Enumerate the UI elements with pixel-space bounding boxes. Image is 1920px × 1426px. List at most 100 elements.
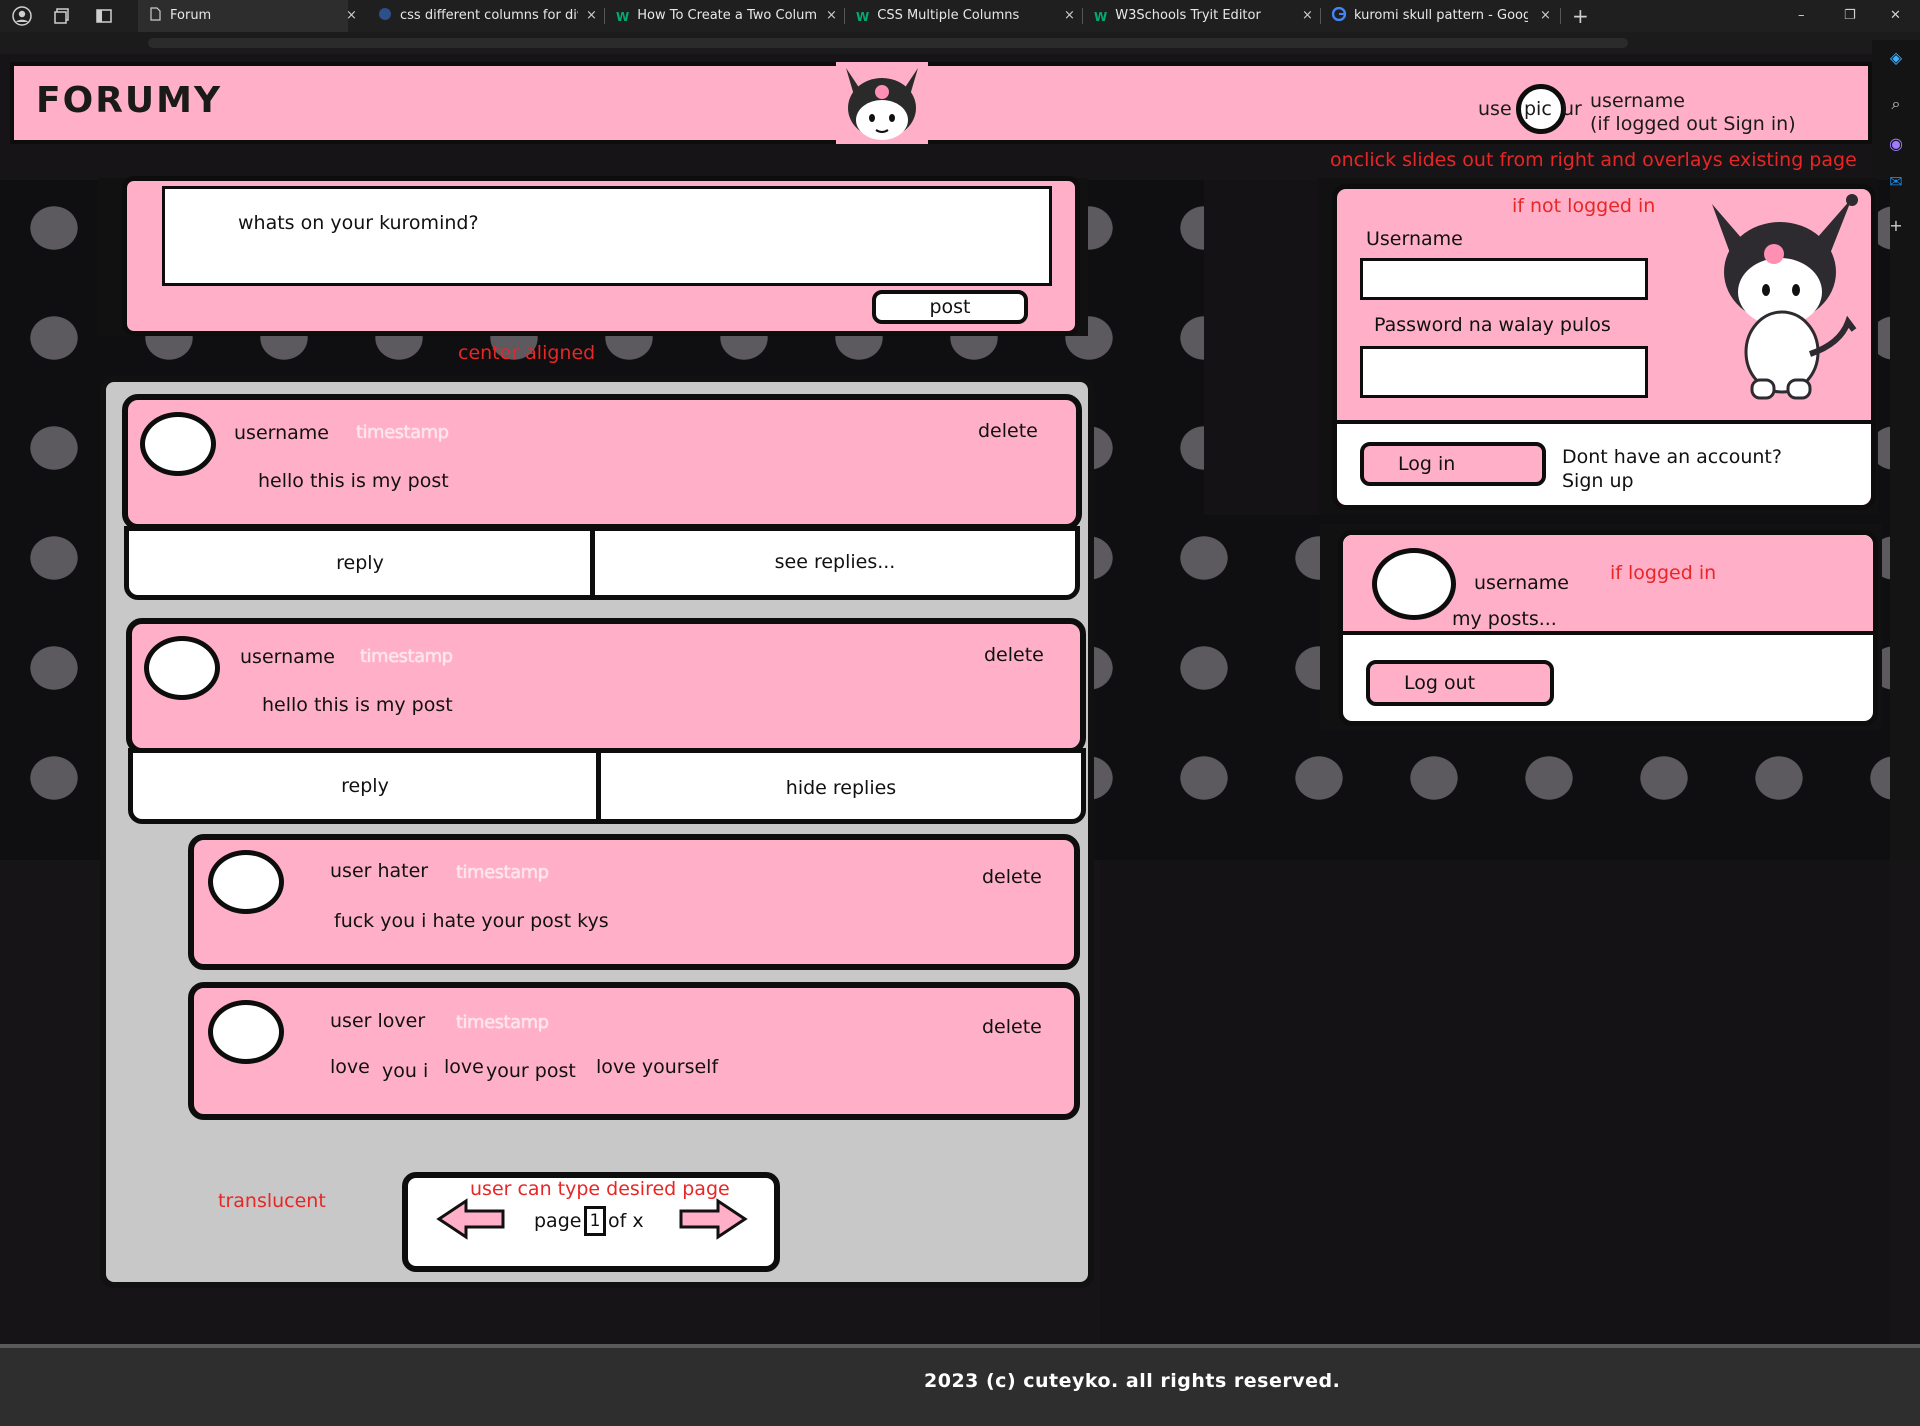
restore-icon[interactable]: ❐ <box>1844 0 1856 32</box>
page-label: page <box>534 1210 582 1232</box>
assistant-icon[interactable]: ◉ <box>1886 134 1906 154</box>
tab-css-multiple-columns[interactable]: W CSS Multiple Columns <box>856 0 1056 32</box>
tab-close-icon[interactable]: × <box>1064 0 1075 32</box>
address-bar[interactable] <box>148 38 1628 48</box>
post-button[interactable]: post <box>872 290 1028 324</box>
tab-css-columns[interactable]: css different columns for div - Se <box>378 0 578 32</box>
search-icon[interactable]: ⌕ <box>1886 94 1906 114</box>
login-button[interactable]: Log in <box>1360 442 1546 486</box>
reply-body-part: love yourself <box>596 1056 719 1078</box>
delete-button[interactable]: delete <box>978 420 1038 442</box>
tab-two-column[interactable]: WHow To Create a Two Column La <box>616 0 816 32</box>
tab-forum[interactable]: Forum <box>138 0 348 32</box>
window-close-icon[interactable]: ✕ <box>1890 0 1901 32</box>
copilot-icon[interactable]: ◈ <box>1886 48 1906 68</box>
delete-button[interactable]: delete <box>982 1016 1042 1038</box>
reply-button[interactable]: reply <box>128 748 602 824</box>
post-body: hello this is my post <box>262 694 453 716</box>
page-icon <box>148 2 162 21</box>
header-pic-label: pic <box>1524 98 1552 120</box>
post-avatar[interactable] <box>144 636 220 700</box>
delete-button[interactable]: delete <box>984 644 1044 666</box>
tab-close-icon[interactable]: × <box>586 0 597 32</box>
username-label: Username <box>1366 228 1463 250</box>
see-replies-button[interactable]: see replies... <box>590 526 1080 600</box>
reply-card <box>188 834 1080 970</box>
tab-separator <box>1560 8 1561 24</box>
site-icon <box>378 2 392 20</box>
reply-body-part: you i <box>382 1060 429 1082</box>
arrow-left-icon[interactable] <box>436 1198 506 1240</box>
w3schools-icon: W <box>1094 10 1108 24</box>
annotation-type-page: user can type desired page <box>470 1178 730 1200</box>
header-signin-link[interactable]: (if logged out Sign in) <box>1590 113 1796 135</box>
workspaces-icon[interactable] <box>52 6 72 26</box>
header-user-text: use <box>1478 98 1512 120</box>
new-tab-icon[interactable]: + <box>1572 0 1589 32</box>
profile-avatar[interactable] <box>1372 548 1456 620</box>
tab-separator <box>1320 8 1321 24</box>
annotation-logged-in: if logged in <box>1610 562 1717 584</box>
reply-username[interactable]: user hater <box>330 860 428 882</box>
reply-card <box>188 982 1080 1120</box>
tab-actions-icon[interactable] <box>94 6 114 26</box>
tab-close-icon[interactable]: × <box>1540 0 1551 32</box>
post-username[interactable]: username <box>240 646 335 668</box>
post-card <box>122 394 1082 530</box>
reply-body: fuck you i hate your post kys <box>334 910 609 932</box>
delete-button[interactable]: delete <box>982 866 1042 888</box>
tab-separator <box>1082 8 1083 24</box>
tab-google-search[interactable]: kuromi skull pattern - Google Se <box>1332 0 1528 32</box>
kuromi-mascot-icon <box>1712 194 1858 400</box>
reply-timestamp: timestamp <box>456 862 549 883</box>
no-account-text: Dont have an account? <box>1562 446 1782 468</box>
background-gap <box>1100 860 1890 1344</box>
reply-button[interactable]: reply <box>124 526 596 600</box>
profile-username[interactable]: username <box>1474 572 1569 594</box>
sign-up-link[interactable]: Sign up <box>1562 470 1634 492</box>
w3schools-icon: W <box>856 10 870 24</box>
logout-button[interactable]: Log out <box>1366 660 1554 706</box>
tab-close-icon[interactable]: × <box>346 0 357 32</box>
footer-copyright: 2023 (c) cuteyko. all rights reserved. <box>924 1370 1341 1392</box>
password-input[interactable] <box>1360 346 1648 398</box>
annotation-center-aligned: center aligned <box>458 342 596 364</box>
hide-replies-button[interactable]: hide replies <box>596 748 1086 824</box>
reply-avatar[interactable] <box>208 850 284 914</box>
reply-username[interactable]: user lover <box>330 1010 425 1032</box>
reply-body-part: love <box>330 1056 370 1078</box>
post-timestamp: timestamp <box>360 646 453 667</box>
post-username[interactable]: username <box>234 422 329 444</box>
reply-avatar[interactable] <box>208 1000 284 1064</box>
password-label: Password na walay pulos <box>1374 314 1611 336</box>
profile-icon[interactable] <box>12 6 32 26</box>
minimize-icon[interactable]: – <box>1798 0 1805 32</box>
background-gap <box>1204 180 1322 515</box>
post-card <box>126 618 1086 754</box>
header-username[interactable]: username <box>1590 90 1685 112</box>
tab-separator <box>604 8 605 24</box>
tab-close-icon[interactable]: × <box>826 0 837 32</box>
my-posts-link[interactable]: my posts... <box>1452 608 1557 630</box>
post-body: hello this is my post <box>258 470 449 492</box>
google-icon <box>1332 2 1347 22</box>
header-user-text: ur <box>1562 98 1582 120</box>
post-timestamp: timestamp <box>356 422 449 443</box>
reply-body-part: your post <box>486 1060 576 1082</box>
kuromi-logo-icon <box>836 62 928 144</box>
arrow-right-icon[interactable] <box>678 1198 748 1240</box>
reply-timestamp: timestamp <box>456 1012 549 1033</box>
site-logo[interactable]: FORUMY <box>36 80 222 121</box>
username-input[interactable] <box>1360 258 1648 300</box>
composer-input[interactable] <box>162 186 1052 286</box>
annotation-not-logged-in: if not logged in <box>1512 195 1656 217</box>
post-avatar[interactable] <box>140 412 216 476</box>
composer-placeholder: whats on your kuromind? <box>238 212 479 234</box>
reply-body-part: love <box>444 1056 484 1078</box>
w3schools-icon: W <box>616 10 630 24</box>
tab-close-icon[interactable]: × <box>1302 0 1313 32</box>
page-of-label: of x <box>608 1210 644 1232</box>
tab-separator <box>844 8 845 24</box>
page-number-input[interactable]: 1 <box>584 1206 606 1236</box>
tab-tryit-editor[interactable]: W W3Schools Tryit Editor <box>1094 0 1294 32</box>
